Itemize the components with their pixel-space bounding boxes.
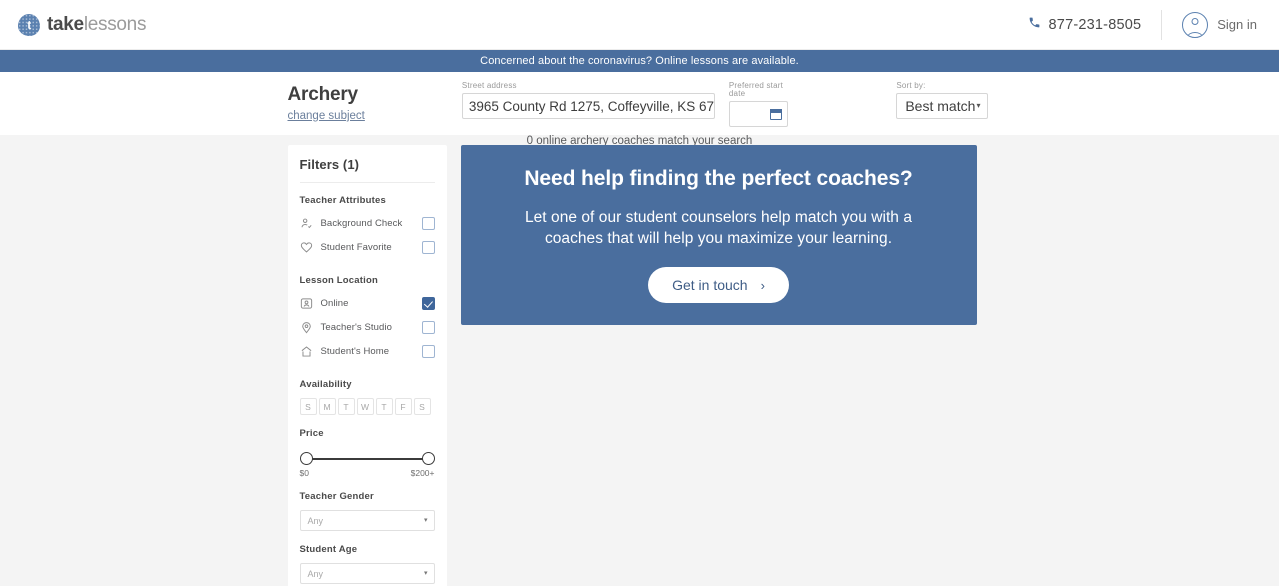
teacher-gender-title: Teacher Gender [299,491,374,502]
chevron-down-icon: ▾ [423,517,428,524]
filter-label-online: Online [320,298,349,309]
sign-in-button[interactable]: Sign in [1162,11,1257,38]
sort-by-field: Sort by: Best match ▾ [896,81,988,119]
price-range-slider[interactable] [299,447,435,467]
teacher-gender-select[interactable]: Any ▾ [299,510,435,531]
checkbox-teachers-studio[interactable] [421,321,435,334]
promo-panel: Need help finding the perfect coaches? L… [460,145,977,325]
day-button-monday[interactable]: M [318,398,336,415]
online-screen-icon [300,297,313,310]
map-pin-icon [300,321,313,334]
filters-sidebar: Filters (1) Teacher Attributes Backgroun… [287,145,447,586]
checkbox-student-favorite[interactable] [421,241,435,254]
background-check-person-icon [300,217,313,230]
sort-by-select[interactable]: Best match ▾ [896,93,988,119]
sort-by-label: Sort by: [896,81,926,90]
coronavirus-banner-text: Concerned about the coronavirus? Online … [480,55,799,67]
start-date-label: Preferred start date [728,81,784,98]
day-button-thursday[interactable]: T [375,398,393,415]
street-address-value: 3965 County Rd 1275, Coffeyville, KS 673… [468,98,715,114]
price-title: Price [299,428,324,439]
site-header: t takelessons 877-231-8505 Sign in [0,0,1279,50]
phone-icon [1028,16,1041,34]
heart-icon [300,241,313,254]
subject-block: Archery change subject [288,82,462,124]
start-date-field: Preferred start date [728,81,789,127]
takelessons-logo[interactable]: t takelessons [18,13,146,36]
filter-row-students-home[interactable]: Student's Home [300,342,435,361]
get-in-touch-label: Get in touch [672,277,748,294]
price-max-label: $200+ [410,468,435,478]
availability-title: Availability [299,379,352,390]
filter-group-lesson-location-title: Lesson Location [299,275,378,286]
price-slider-min-handle[interactable] [299,452,313,465]
filter-label-background-check: Background Check [320,218,403,229]
user-avatar-icon [1182,11,1209,38]
sign-in-label: Sign in [1217,17,1257,32]
student-age-value: Any [307,568,324,579]
page-body: Filters (1) Teacher Attributes Backgroun… [0,135,1279,586]
get-in-touch-button[interactable]: Get in touch › [648,267,789,304]
day-button-friday[interactable]: F [394,398,412,415]
coronavirus-banner[interactable]: Concerned about the coronavirus? Online … [0,50,1279,72]
filter-label-teachers-studio: Teacher's Studio [320,322,393,333]
phone-link[interactable]: 877-231-8505 [1028,16,1162,34]
day-button-tuesday[interactable]: T [337,398,355,415]
filter-label-student-favorite: Student Favorite [320,242,392,253]
sort-by-value: Best match [905,98,976,114]
availability-day-group: S M T W T F S [299,398,435,415]
page-title: Archery [287,84,359,105]
takelessons-circle-logo-icon: t [18,13,40,36]
price-min-label: $0 [299,468,309,478]
promo-subtitle: Let one of our student counselors help m… [524,209,913,248]
street-address-label: Street address [461,81,517,90]
student-age-select[interactable]: Any ▾ [299,563,435,584]
price-slider-max-handle[interactable] [421,452,435,465]
street-address-field: Street address 3965 County Rd 1275, Coff… [461,81,715,119]
filter-row-student-favorite[interactable]: Student Favorite [300,238,435,257]
change-subject-link[interactable]: change subject [288,110,365,122]
promo-title: Need help finding the perfect coaches? [524,167,913,190]
logo-text-light: lessons [83,13,147,35]
checkbox-background-check[interactable] [421,217,435,230]
day-button-wednesday[interactable]: W [356,398,374,415]
calendar-icon[interactable] [770,108,783,120]
street-address-input[interactable]: 3965 County Rd 1275, Coffeyville, KS 673… [461,93,715,119]
day-button-sunday[interactable]: S [299,398,317,415]
student-age-title: Student Age [299,544,358,555]
logo-text-bold: take [47,13,84,35]
header-right-group: 877-231-8505 Sign in [1028,9,1257,40]
search-bar: Archery change subject Street address 39… [0,72,1279,147]
teacher-gender-value: Any [307,515,324,526]
filter-group-teacher-attributes-title: Teacher Attributes [299,195,386,206]
price-slider-track [306,458,428,460]
chevron-right-icon: › [760,277,765,293]
checkbox-students-home[interactable] [421,345,435,358]
day-button-saturday[interactable]: S [413,398,431,415]
filter-row-online[interactable]: Online [300,294,435,313]
chevron-down-icon: ▾ [976,101,981,110]
filters-title: Filters (1) [299,157,360,172]
filter-label-students-home: Student's Home [320,346,390,357]
filter-row-teachers-studio[interactable]: Teacher's Studio [300,318,435,337]
price-slider-labels: $0 $200+ [300,468,435,478]
filters-divider [299,182,435,183]
logo-wordmark: takelessons [47,14,146,36]
filter-row-background-check[interactable]: Background Check [300,214,435,233]
chevron-down-icon: ▾ [423,570,428,577]
logo-glyph: t [27,17,31,32]
home-icon [300,345,313,358]
phone-number: 877-231-8505 [1048,16,1142,33]
start-date-input[interactable] [728,101,789,127]
checkbox-online[interactable] [421,297,435,310]
